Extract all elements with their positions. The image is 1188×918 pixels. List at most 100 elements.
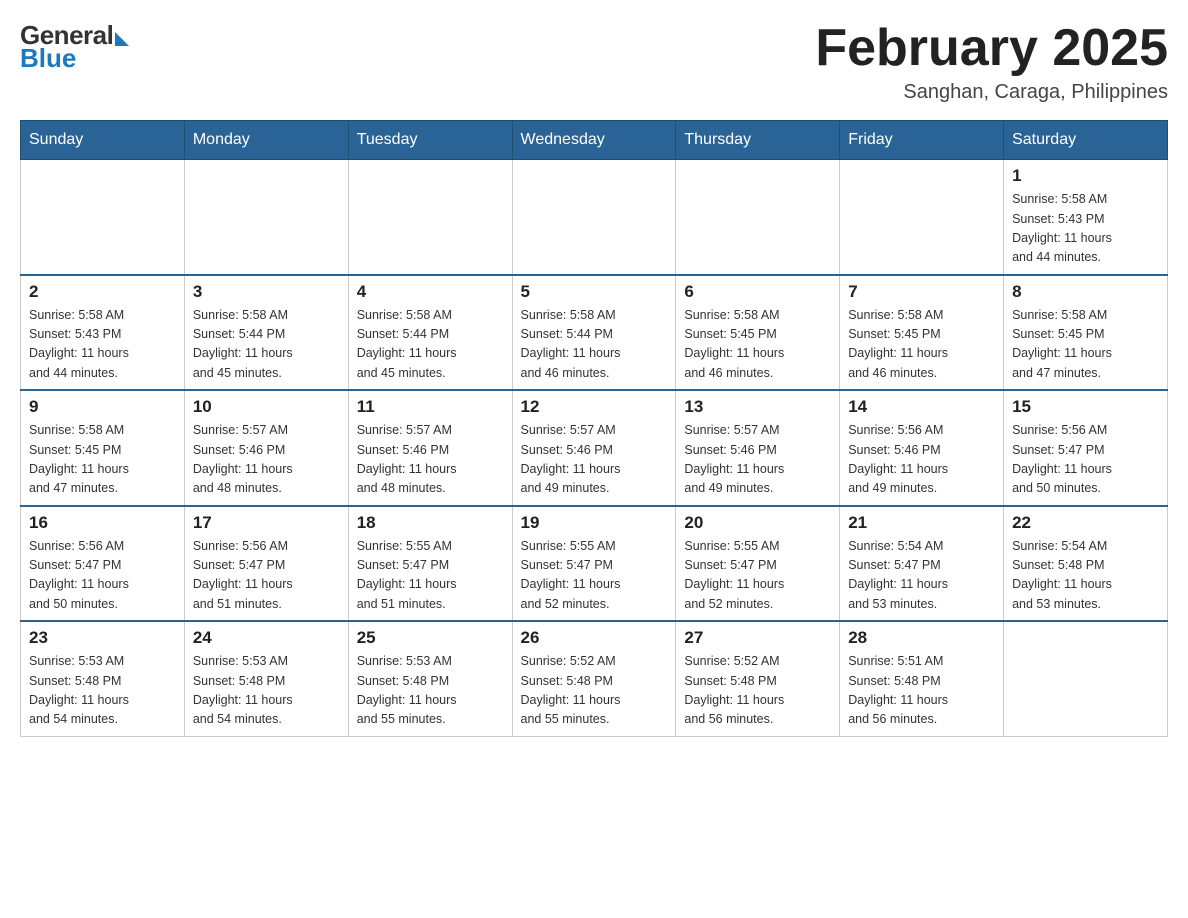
day-info: Sunrise: 5:52 AMSunset: 5:48 PMDaylight:… <box>684 652 831 730</box>
day-number: 28 <box>848 628 995 648</box>
title-section: February 2025 Sanghan, Caraga, Philippin… <box>815 20 1168 104</box>
calendar-week-row: 23Sunrise: 5:53 AMSunset: 5:48 PMDayligh… <box>21 621 1168 736</box>
day-info: Sunrise: 5:55 AMSunset: 5:47 PMDaylight:… <box>357 537 504 615</box>
day-info: Sunrise: 5:58 AMSunset: 5:45 PMDaylight:… <box>684 306 831 384</box>
calendar-cell: 18 Sunrise: 5:55 AMSunset: 5:47 PMDayligh… <box>348 506 512 622</box>
day-info: Sunrise: 5:58 AMSunset: 5:44 PMDaylight:… <box>357 306 504 384</box>
calendar-cell <box>1004 621 1168 736</box>
day-number: 19 <box>521 513 668 533</box>
calendar-cell <box>184 160 348 275</box>
day-number: 16 <box>29 513 176 533</box>
day-info: Sunrise: 5:56 AMSunset: 5:47 PMDaylight:… <box>193 537 340 615</box>
day-info: Sunrise: 5:57 AMSunset: 5:46 PMDaylight:… <box>357 421 504 499</box>
calendar-header-row: SundayMondayTuesdayWednesdayThursdayFrid… <box>21 121 1168 160</box>
day-number: 14 <box>848 397 995 417</box>
calendar-cell: 4 Sunrise: 5:58 AMSunset: 5:44 PMDaylight… <box>348 275 512 391</box>
calendar-cell: 1Sunrise: 5:58 AMSunset: 5:43 PMDaylight… <box>1004 160 1168 275</box>
calendar-header-sunday: Sunday <box>21 121 185 160</box>
calendar-cell: 14 Sunrise: 5:56 AMSunset: 5:46 PMDayligh… <box>840 390 1004 506</box>
calendar-cell <box>348 160 512 275</box>
calendar-cell: 24 Sunrise: 5:53 AMSunset: 5:48 PMDayligh… <box>184 621 348 736</box>
calendar-cell: 25Sunrise: 5:53 AMSunset: 5:48 PMDayligh… <box>348 621 512 736</box>
day-info: Sunrise: 5:54 AMSunset: 5:48 PMDaylight:… <box>1012 537 1159 615</box>
day-info: Sunrise: 5:56 AMSunset: 5:46 PMDaylight:… <box>848 421 995 499</box>
day-number: 17 <box>193 513 340 533</box>
calendar-cell: 28 Sunrise: 5:51 AMSunset: 5:48 PMDayligh… <box>840 621 1004 736</box>
calendar-cell: 12 Sunrise: 5:57 AMSunset: 5:46 PMDayligh… <box>512 390 676 506</box>
day-info: Sunrise: 5:57 AMSunset: 5:46 PMDaylight:… <box>684 421 831 499</box>
day-number: 13 <box>684 397 831 417</box>
day-number: 4 <box>357 282 504 302</box>
day-number: 8 <box>1012 282 1159 302</box>
calendar-cell: 21 Sunrise: 5:54 AMSunset: 5:47 PMDayligh… <box>840 506 1004 622</box>
day-number: 18 <box>357 513 504 533</box>
day-info: Sunrise: 5:53 AMSunset: 5:48 PMDaylight:… <box>29 652 176 730</box>
calendar-cell: 9 Sunrise: 5:58 AMSunset: 5:45 PMDaylight… <box>21 390 185 506</box>
day-number: 25 <box>357 628 504 648</box>
calendar-cell: 8 Sunrise: 5:58 AMSunset: 5:45 PMDaylight… <box>1004 275 1168 391</box>
calendar-header-tuesday: Tuesday <box>348 121 512 160</box>
day-info: Sunrise: 5:52 AMSunset: 5:48 PMDaylight:… <box>521 652 668 730</box>
calendar-cell: 27 Sunrise: 5:52 AMSunset: 5:48 PMDayligh… <box>676 621 840 736</box>
day-info: Sunrise: 5:58 AMSunset: 5:45 PMDaylight:… <box>29 421 176 499</box>
day-number: 22 <box>1012 513 1159 533</box>
calendar-header-thursday: Thursday <box>676 121 840 160</box>
day-number: 6 <box>684 282 831 302</box>
day-number: 20 <box>684 513 831 533</box>
day-number: 11 <box>357 397 504 417</box>
day-info: Sunrise: 5:56 AMSunset: 5:47 PMDaylight:… <box>29 537 176 615</box>
calendar-week-row: 2Sunrise: 5:58 AMSunset: 5:43 PMDaylight… <box>21 275 1168 391</box>
calendar-header-friday: Friday <box>840 121 1004 160</box>
calendar-cell: 15 Sunrise: 5:56 AMSunset: 5:47 PMDayligh… <box>1004 390 1168 506</box>
calendar-cell: 20Sunrise: 5:55 AMSunset: 5:47 PMDayligh… <box>676 506 840 622</box>
day-number: 10 <box>193 397 340 417</box>
calendar-cell: 5Sunrise: 5:58 AMSunset: 5:44 PMDaylight… <box>512 275 676 391</box>
day-number: 3 <box>193 282 340 302</box>
calendar-week-row: 16 Sunrise: 5:56 AMSunset: 5:47 PMDayligh… <box>21 506 1168 622</box>
calendar-cell: 11 Sunrise: 5:57 AMSunset: 5:46 PMDayligh… <box>348 390 512 506</box>
day-info: Sunrise: 5:58 AMSunset: 5:43 PMDaylight:… <box>1012 190 1159 268</box>
day-info: Sunrise: 5:55 AMSunset: 5:47 PMDaylight:… <box>521 537 668 615</box>
day-info: Sunrise: 5:58 AMSunset: 5:45 PMDaylight:… <box>848 306 995 384</box>
calendar-cell: 26 Sunrise: 5:52 AMSunset: 5:48 PMDayligh… <box>512 621 676 736</box>
day-info: Sunrise: 5:57 AMSunset: 5:46 PMDaylight:… <box>193 421 340 499</box>
day-number: 15 <box>1012 397 1159 417</box>
calendar-cell: 10 Sunrise: 5:57 AMSunset: 5:46 PMDayligh… <box>184 390 348 506</box>
day-info: Sunrise: 5:51 AMSunset: 5:48 PMDaylight:… <box>848 652 995 730</box>
day-number: 7 <box>848 282 995 302</box>
calendar-week-row: 9 Sunrise: 5:58 AMSunset: 5:45 PMDaylight… <box>21 390 1168 506</box>
day-info: Sunrise: 5:58 AMSunset: 5:43 PMDaylight:… <box>29 306 176 384</box>
calendar-week-row: 1Sunrise: 5:58 AMSunset: 5:43 PMDaylight… <box>21 160 1168 275</box>
calendar-cell: 16 Sunrise: 5:56 AMSunset: 5:47 PMDayligh… <box>21 506 185 622</box>
calendar-cell <box>840 160 1004 275</box>
location-text: Sanghan, Caraga, Philippines <box>815 81 1168 104</box>
day-info: Sunrise: 5:53 AMSunset: 5:48 PMDaylight:… <box>193 652 340 730</box>
calendar-table: SundayMondayTuesdayWednesdayThursdayFrid… <box>20 120 1168 737</box>
day-info: Sunrise: 5:54 AMSunset: 5:47 PMDaylight:… <box>848 537 995 615</box>
calendar-header-monday: Monday <box>184 121 348 160</box>
day-number: 24 <box>193 628 340 648</box>
day-number: 9 <box>29 397 176 417</box>
logo-arrow-icon <box>115 32 129 46</box>
calendar-cell: 22 Sunrise: 5:54 AMSunset: 5:48 PMDayligh… <box>1004 506 1168 622</box>
day-number: 21 <box>848 513 995 533</box>
calendar-cell: 6 Sunrise: 5:58 AMSunset: 5:45 PMDaylight… <box>676 275 840 391</box>
calendar-cell <box>676 160 840 275</box>
calendar-cell <box>512 160 676 275</box>
logo: General Blue <box>20 20 129 74</box>
calendar-cell: 19 Sunrise: 5:55 AMSunset: 5:47 PMDayligh… <box>512 506 676 622</box>
day-info: Sunrise: 5:56 AMSunset: 5:47 PMDaylight:… <box>1012 421 1159 499</box>
calendar-cell: 23Sunrise: 5:53 AMSunset: 5:48 PMDayligh… <box>21 621 185 736</box>
calendar-header-wednesday: Wednesday <box>512 121 676 160</box>
calendar-cell: 3Sunrise: 5:58 AMSunset: 5:44 PMDaylight… <box>184 275 348 391</box>
month-title: February 2025 <box>815 20 1168 77</box>
page-header: General Blue February 2025 Sanghan, Cara… <box>20 20 1168 104</box>
calendar-header-saturday: Saturday <box>1004 121 1168 160</box>
day-info: Sunrise: 5:58 AMSunset: 5:45 PMDaylight:… <box>1012 306 1159 384</box>
day-number: 26 <box>521 628 668 648</box>
day-number: 27 <box>684 628 831 648</box>
day-info: Sunrise: 5:57 AMSunset: 5:46 PMDaylight:… <box>521 421 668 499</box>
day-number: 12 <box>521 397 668 417</box>
calendar-cell: 2Sunrise: 5:58 AMSunset: 5:43 PMDaylight… <box>21 275 185 391</box>
calendar-cell <box>21 160 185 275</box>
